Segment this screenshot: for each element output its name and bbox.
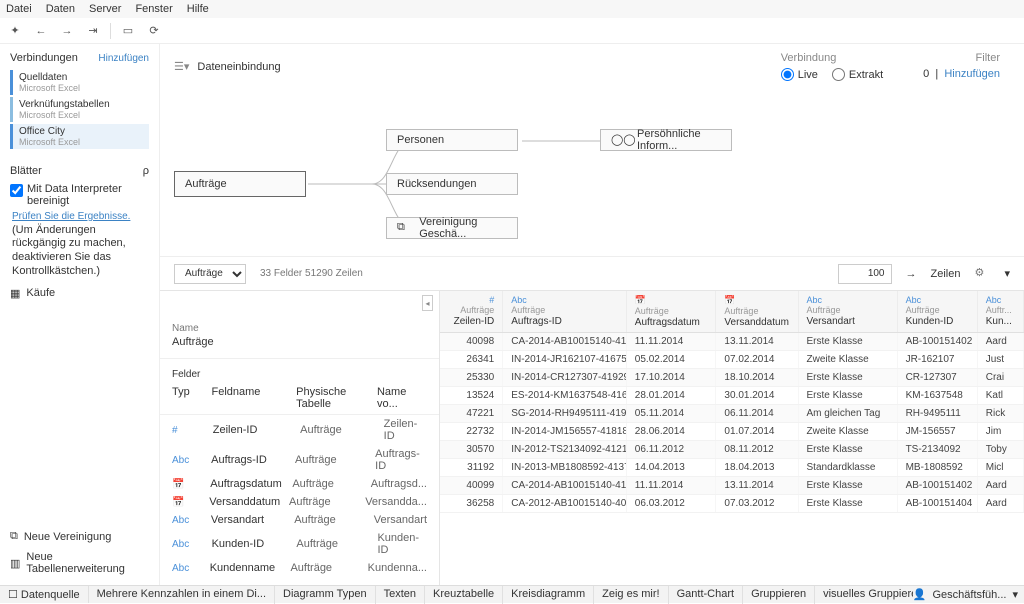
field-row[interactable]: AbcKunden-IDAufträgeKunden-ID (160, 529, 439, 559)
menu-help[interactable]: Hilfe (187, 3, 209, 15)
rows-arrow-icon[interactable]: → (906, 268, 917, 280)
field-row[interactable]: AbcAuftrags-IDAufträgeAuftrags-ID (160, 445, 439, 475)
column-header[interactable]: AbcAufträgeAuftrags-ID (503, 291, 627, 332)
table-row[interactable]: 36258CA-2012-AB10015140-4097406.03.20120… (440, 495, 1024, 513)
rows-input[interactable] (838, 264, 892, 284)
interpreter-results-link[interactable]: Prüfen Sie die Ergebnisse. (12, 211, 130, 222)
interpreter-hint: (Um Änderungen rückgängig zu machen, dea… (12, 224, 126, 277)
menu-file[interactable]: Datei (6, 3, 32, 15)
new-union-button[interactable]: ⧉ Neue Vereinigung (10, 530, 149, 543)
table-row[interactable]: 25330IN-2014-CR127307-4192917.10.201418.… (440, 369, 1024, 387)
table-meta: 33 Felder 51290 Zeilen (260, 268, 363, 279)
connection-item-selected[interactable]: Office City Microsoft Excel (10, 124, 149, 149)
name-label: Name (160, 315, 439, 336)
column-header[interactable]: 📅AufträgeVersanddatum (716, 291, 798, 332)
menu-server[interactable]: Server (89, 3, 121, 15)
page-title: ☰▾ Dateneinbindung (174, 60, 281, 73)
union-icon: ⧉ (10, 530, 18, 543)
column-header[interactable]: 📅AufträgeAuftragsdatum (627, 291, 717, 332)
column-header[interactable]: AbcAufträgeVersandart (799, 291, 898, 332)
node-personen[interactable]: Personen (386, 129, 518, 151)
union-icon: ⧉ (397, 221, 413, 235)
column-header[interactable]: AbcAufträgeKunden-ID (898, 291, 978, 332)
sheet-tab[interactable]: visuelles Gruppieren (815, 586, 913, 604)
sheet-tab[interactable]: Kreisdiagramm (503, 586, 594, 604)
toolbar: ✦ ← → ⇥ ▭ ⟳ (0, 18, 1024, 44)
new-table-ext-button[interactable]: ▥ Neue Tabellenerweiterung (10, 551, 149, 575)
data-grid[interactable]: #AufträgeZeilen-IDAbcAufträgeAuftrags-ID… (440, 291, 1024, 585)
rows-label: Zeilen (931, 268, 961, 280)
relationship-diagram: Aufträge Personen Rücksendungen ⧉Vereini… (160, 81, 1024, 256)
node-vereinigung[interactable]: ⧉Vereinigung Geschä... (386, 217, 518, 239)
extract-radio[interactable]: Extrakt (832, 68, 883, 81)
table-ext-icon: ▥ (10, 557, 20, 570)
sidebar: Verbindungen Hinzufügen Quelldaten Micro… (0, 44, 160, 585)
live-radio[interactable]: Live (781, 68, 818, 81)
table-row[interactable]: 30570IN-2012-TS2134092-4121906.11.201208… (440, 441, 1024, 459)
forward-icon[interactable]: → (58, 22, 76, 40)
sheet-tab[interactable]: Zeig es mir! (594, 586, 668, 604)
filter-count: 0 (923, 68, 929, 80)
connection-type-label: Verbindung (781, 52, 883, 64)
field-row[interactable]: AbcKundennameAufträgeKundenna... (160, 559, 439, 577)
table-row[interactable]: 47221SG-2014-RH9495111-4194805.11.201406… (440, 405, 1024, 423)
menu-window[interactable]: Fenster (135, 3, 172, 15)
filter-add-link[interactable]: Hinzufügen (944, 68, 1000, 80)
connections-header: Verbindungen (10, 52, 78, 64)
settings-icon[interactable]: ⚙ (974, 266, 990, 282)
table-row[interactable]: 26341IN-2014-JR162107-4167505.02.201407.… (440, 351, 1024, 369)
menu-data[interactable]: Daten (46, 3, 75, 15)
tab-datasource[interactable]: ☐ Datenquelle (0, 586, 89, 603)
data-interpreter-label: Mit Data Interpreter bereinigt (27, 183, 149, 207)
add-connection-link[interactable]: Hinzufügen (98, 53, 149, 64)
node-rucksendungen[interactable]: Rücksendungen (386, 173, 518, 195)
refresh-icon[interactable]: ⟳ (145, 22, 163, 40)
data-interpreter-checkbox[interactable] (10, 184, 23, 197)
user-icon[interactable]: 👤 (913, 588, 927, 601)
dropdown-icon[interactable]: ☰▾ (174, 60, 189, 73)
sheet-tab[interactable]: Kreuztabelle (425, 586, 503, 604)
field-row[interactable]: AbcVersandartAufträgeVersandart (160, 511, 439, 529)
menu-bar: Datei Daten Server Fenster Hilfe (0, 0, 1024, 18)
sheet-tab[interactable]: Gruppieren (743, 586, 815, 604)
chevron-down-icon[interactable]: ▾ (1004, 267, 1010, 280)
table-row[interactable]: 22732IN-2014-JM156557-4181828.06.201401.… (440, 423, 1024, 441)
save-icon[interactable]: ⇥ (84, 22, 102, 40)
field-row[interactable]: 📅VersanddatumAufträgeVersandda... (160, 493, 439, 511)
table-row[interactable]: 13524ES-2014-KM1637548-4166728.01.201430… (440, 387, 1024, 405)
sheet-tabs: ☐ Datenquelle Mehrere Kennzahlen in eine… (0, 585, 1024, 603)
join-icon: ◯◯ (611, 133, 631, 147)
filter-label: Filter (923, 52, 1000, 64)
node-personliche-info[interactable]: ◯◯Persöhnliche Inform... (600, 129, 732, 151)
monitor-icon[interactable]: ▭ (119, 22, 137, 40)
sheet-tab[interactable]: Texten (376, 586, 425, 604)
table-row[interactable]: 31192IN-2013-MB1808592-4137814.04.201318… (440, 459, 1024, 477)
sheet-tab[interactable]: Diagramm Typen (275, 586, 376, 604)
name-value: Aufträge (160, 336, 439, 359)
connection-item[interactable]: Quelldaten Microsoft Excel (10, 70, 149, 95)
sheet-kaufe[interactable]: ▦ Käufe (10, 287, 149, 300)
field-row[interactable]: 📅AuftragsdatumAufträgeAuftragsd... (160, 475, 439, 493)
sheet-tab[interactable]: Mehrere Kennzahlen in einem Di... (89, 586, 275, 604)
table-row[interactable]: 40099CA-2014-AB10015140-4195411.11.20141… (440, 477, 1024, 495)
table-icon: ▦ (10, 287, 20, 300)
status-text: Geschäftsfüh... (932, 589, 1006, 601)
collapse-left-icon[interactable]: ◂ (422, 295, 433, 311)
mid-controls: Aufträge 33 Felder 51290 Zeilen → Zeilen… (160, 256, 1024, 290)
sheets-header: Blätter (10, 165, 42, 177)
search-icon[interactable]: ρ (143, 165, 149, 177)
table-select[interactable]: Aufträge (174, 264, 246, 284)
fields-panel: ◂ Name Aufträge Felder TypFeldnamePhysis… (160, 291, 440, 585)
table-row[interactable]: 40098CA-2014-AB10015140-4195411.11.20141… (440, 333, 1024, 351)
back-icon[interactable]: ← (32, 22, 50, 40)
column-header[interactable]: #AufträgeZeilen-ID (440, 291, 503, 332)
column-header[interactable]: AbcAuftr...Kun... (978, 291, 1024, 332)
logo-icon: ✦ (6, 22, 24, 40)
fields-label: Felder (160, 359, 439, 382)
sheet-tab[interactable]: Gantt-Chart (669, 586, 743, 604)
connection-item[interactable]: Verknüfungstabellen Microsoft Excel (10, 97, 149, 122)
field-row[interactable]: #Zeilen-IDAufträgeZeilen-ID (160, 415, 439, 445)
node-auftrage[interactable]: Aufträge (174, 171, 306, 197)
